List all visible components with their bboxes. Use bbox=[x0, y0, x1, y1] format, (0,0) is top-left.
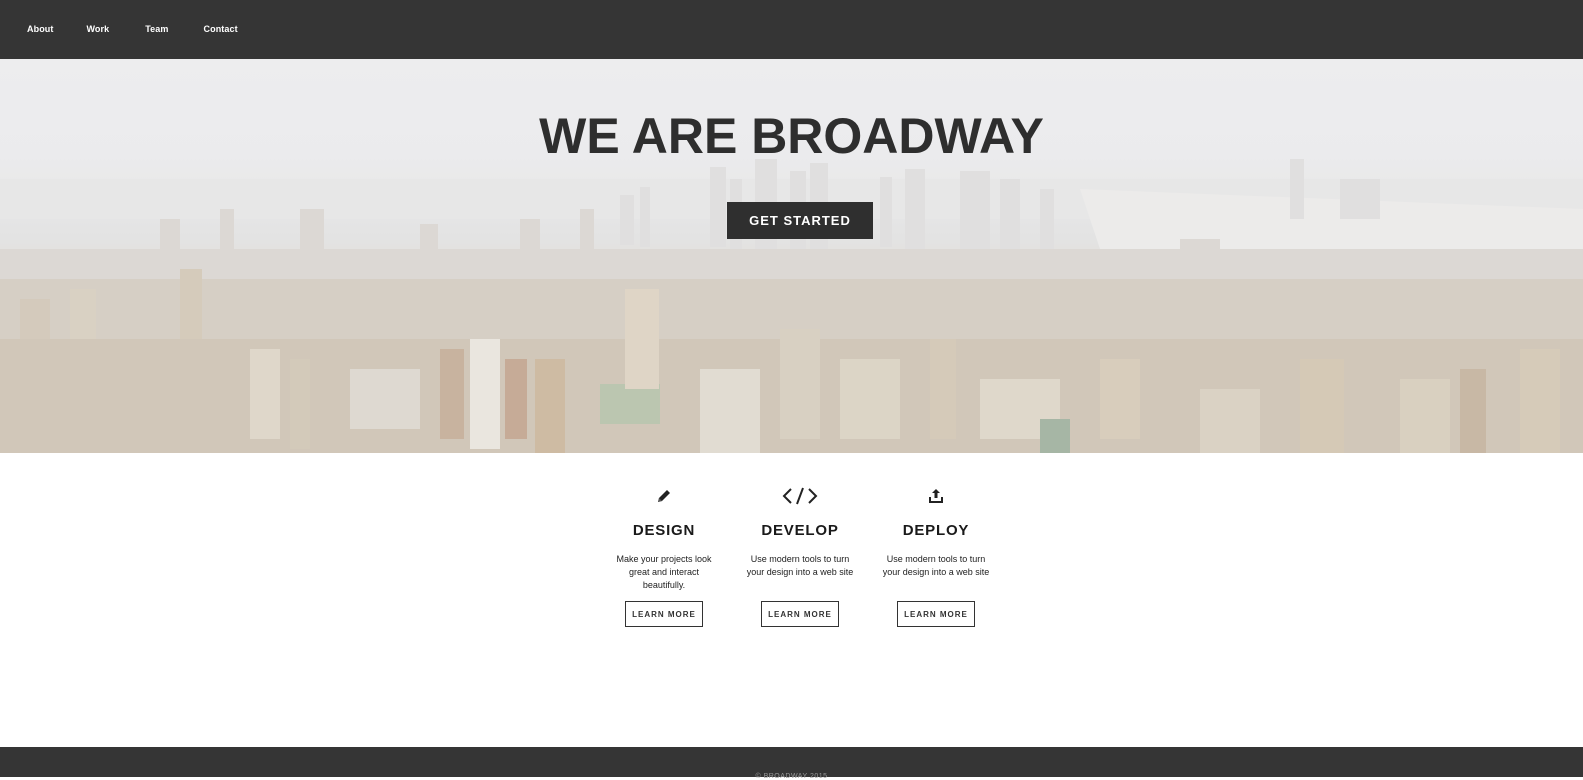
feature-description: Use modern tools to turn your design int… bbox=[882, 554, 990, 577]
feature-description: Make your projects look great and intera… bbox=[616, 554, 712, 590]
hero-title: WE ARE BROADWAY bbox=[539, 108, 1044, 164]
nav-link-team[interactable]: Team bbox=[145, 24, 168, 34]
features-section: DESIGN Make your projects look great and… bbox=[0, 453, 1583, 747]
top-navbar: About Work Team Contact bbox=[0, 0, 1583, 59]
nav-link-contact[interactable]: Contact bbox=[204, 24, 238, 34]
code-icon bbox=[744, 485, 856, 507]
learn-more-button[interactable]: LEARN MORE bbox=[761, 601, 839, 627]
get-started-button[interactable]: GET STARTED bbox=[727, 202, 873, 239]
nav-link-about[interactable]: About bbox=[27, 24, 54, 34]
feature-title: DEVELOP bbox=[761, 522, 839, 539]
hero-section: WE ARE BROADWAY GET STARTED bbox=[0, 59, 1583, 453]
pencil-icon bbox=[608, 485, 720, 507]
nav-link-work[interactable]: Work bbox=[87, 24, 110, 34]
learn-more-button[interactable]: LEARN MORE bbox=[625, 601, 703, 627]
footer: © BROADWAY 2015 bbox=[0, 747, 1583, 780]
feature-title: DESIGN bbox=[632, 522, 696, 539]
nav-menu: About Work Team Contact bbox=[27, 24, 271, 34]
learn-more-button[interactable]: LEARN MORE bbox=[897, 601, 975, 627]
feature-title: DEPLOY bbox=[902, 522, 970, 539]
feature-description: Use modern tools to turn your design int… bbox=[746, 554, 854, 577]
upload-icon bbox=[880, 485, 992, 507]
